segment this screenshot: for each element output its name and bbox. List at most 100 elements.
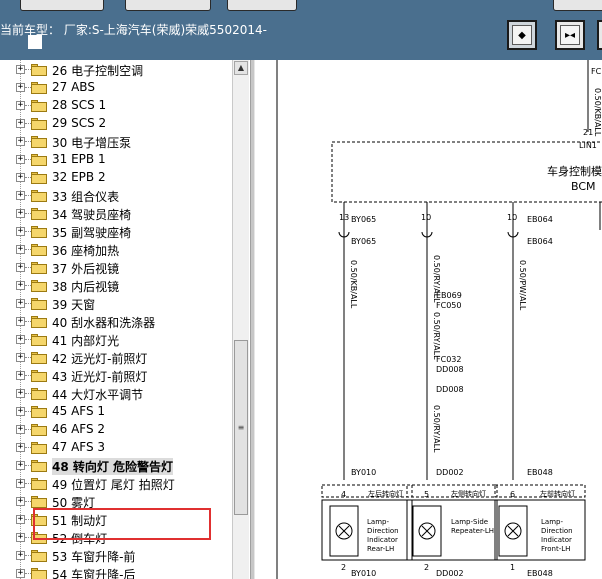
pin-4: 4 [341, 490, 346, 499]
tree-item[interactable]: +42 远光灯-前照灯 [0, 349, 232, 367]
tree-item[interactable]: +30 电子增压泵 [0, 133, 232, 151]
expand-icon[interactable]: + [16, 371, 25, 380]
by010-label: BY010 [351, 468, 376, 477]
toolbar-button-4[interactable] [553, 0, 602, 11]
tree-item[interactable]: +43 近光灯-前照灯 [0, 367, 232, 385]
expand-icon[interactable]: + [16, 65, 25, 74]
tree-item-label: 30 电子增压泵 [52, 136, 132, 150]
tree-item[interactable]: +35 副驾驶座椅 [0, 223, 232, 241]
car-model-checkbox[interactable] [28, 35, 42, 49]
tree-item[interactable]: +44 大灯水平调节 [0, 385, 232, 403]
tree-item[interactable]: +53 车窗升降-前 [0, 547, 232, 565]
expand-icon[interactable]: + [16, 191, 25, 200]
tree-item[interactable]: +40 刮水器和洗涤器 [0, 313, 232, 331]
tree-item[interactable]: +27 ABS [0, 79, 232, 97]
toolbar-button-3[interactable] [227, 0, 297, 11]
tree-item[interactable]: +28 SCS 1 [0, 97, 232, 115]
top-toolbar: 当前车型： 厂家:S-上海汽车(荣威)荣威5502014- ◆ ▸◂ [0, 0, 602, 60]
expand-icon[interactable]: + [16, 407, 25, 416]
folder-icon [31, 334, 47, 346]
folder-icon [31, 100, 47, 112]
tree-item-label: 36 座椅加热 [52, 244, 120, 258]
expand-icon[interactable]: + [16, 353, 25, 362]
expand-icon[interactable]: + [16, 497, 25, 506]
expand-icon[interactable]: + [16, 533, 25, 542]
fit-page-button[interactable]: ◆ [507, 20, 537, 50]
folder-icon [31, 262, 47, 274]
tree-item[interactable]: +36 座椅加热 [0, 241, 232, 259]
lamp3-cn-label: 左前转向灯 [540, 489, 575, 498]
scroll-thumb[interactable]: ≡ [234, 340, 248, 515]
tree-item[interactable]: +29 SCS 2 [0, 115, 232, 133]
expand-icon[interactable]: + [16, 317, 25, 326]
expand-icon[interactable]: + [16, 299, 25, 308]
tree-item[interactable]: +46 AFS 2 [0, 421, 232, 439]
expand-icon[interactable]: + [16, 479, 25, 488]
wiring-diagram: FC 0.50/KB/ALL 21 LIN1 车身控制模 BCM 13 BY06… [255, 60, 602, 579]
pin-5: 5 [424, 490, 429, 499]
expand-icon[interactable]: + [16, 101, 25, 110]
tree-item[interactable]: +38 内后视镜 [0, 277, 232, 295]
tree-item[interactable]: +49 位置灯 尾灯 拍照灯 [0, 475, 232, 493]
folder-icon [31, 298, 47, 310]
tree-item[interactable]: +32 EPB 2 [0, 169, 232, 187]
dd008-a-label: DD008 [436, 365, 464, 374]
expand-icon[interactable]: + [16, 443, 25, 452]
wiring-diagram-svg: FC 0.50/KB/ALL 21 LIN1 车身控制模 BCM 13 BY06… [276, 60, 602, 579]
expand-icon[interactable]: + [16, 83, 25, 92]
expand-icon[interactable]: + [16, 551, 25, 560]
expand-icon[interactable]: + [16, 155, 25, 164]
pin-2-b: 2 [424, 563, 429, 572]
tree-item[interactable]: +47 AFS 3 [0, 439, 232, 457]
toolbar-button-2[interactable] [125, 0, 211, 11]
pin-6: 6 [510, 490, 515, 499]
tree-item[interactable]: +39 天窗 [0, 295, 232, 313]
folder-icon [31, 568, 47, 579]
fc-label: FC [591, 67, 602, 76]
bcm-en-label: BCM [571, 180, 596, 193]
eb069-label: EB069 [436, 291, 462, 300]
tree-item[interactable]: +37 外后视镜 [0, 259, 232, 277]
fit-width-button[interactable]: ▸◂ [555, 20, 585, 50]
conn-by065-a: BY065 [351, 215, 376, 224]
tree-scrollbar[interactable]: ▲ ≡ [232, 60, 249, 579]
tree-item-label: 44 大灯水平调节 [52, 388, 144, 402]
scroll-up-icon[interactable]: ▲ [234, 61, 248, 75]
expand-icon[interactable]: + [16, 335, 25, 344]
expand-icon[interactable]: + [16, 173, 25, 182]
tree-item[interactable]: +34 驾驶员座椅 [0, 205, 232, 223]
expand-icon[interactable]: + [16, 209, 25, 218]
tree-item-label: 39 天窗 [52, 298, 96, 312]
expand-icon[interactable]: + [16, 263, 25, 272]
tree-item-label: 53 车窗升降-前 [52, 550, 136, 564]
tree-item[interactable]: +33 组合仪表 [0, 187, 232, 205]
by010-bottom-label: BY010 [351, 569, 376, 578]
expand-icon[interactable]: + [16, 281, 25, 290]
expand-icon[interactable]: + [16, 137, 25, 146]
pin-10-a: 10 [421, 213, 431, 222]
tree-item-label: 29 SCS 2 [52, 116, 107, 130]
expand-icon[interactable]: + [16, 425, 25, 434]
expand-icon[interactable]: + [16, 461, 25, 470]
tree-item[interactable]: +48 转向灯 危险警告灯 [0, 457, 232, 475]
expand-icon[interactable]: + [16, 389, 25, 398]
expand-icon[interactable]: + [16, 569, 25, 578]
tree-item[interactable]: +41 内部灯光 [0, 331, 232, 349]
lamp3-en-4: Front-LH [541, 545, 570, 553]
expand-icon[interactable]: + [16, 515, 25, 524]
toolbar-button-1[interactable] [20, 0, 104, 11]
expand-icon[interactable]: + [16, 119, 25, 128]
tree-item[interactable]: +26 电子控制空调 [0, 61, 232, 79]
wire-1-label: 0.50/KB/ALL [349, 260, 358, 309]
folder-icon [31, 370, 47, 382]
tree-item[interactable]: +45 AFS 1 [0, 403, 232, 421]
folder-icon [31, 316, 47, 328]
tree-item[interactable]: +54 车窗升降-后 [0, 565, 232, 579]
next-tool-button[interactable] [597, 20, 602, 50]
tree-item[interactable]: +31 EPB 1 [0, 151, 232, 169]
expand-icon[interactable]: + [16, 245, 25, 254]
folder-icon [31, 154, 47, 166]
lamp2-en-1: Lamp-Side [451, 518, 488, 526]
expand-icon[interactable]: + [16, 227, 25, 236]
lamp1-cn-label: 左后转向灯 [368, 489, 403, 498]
